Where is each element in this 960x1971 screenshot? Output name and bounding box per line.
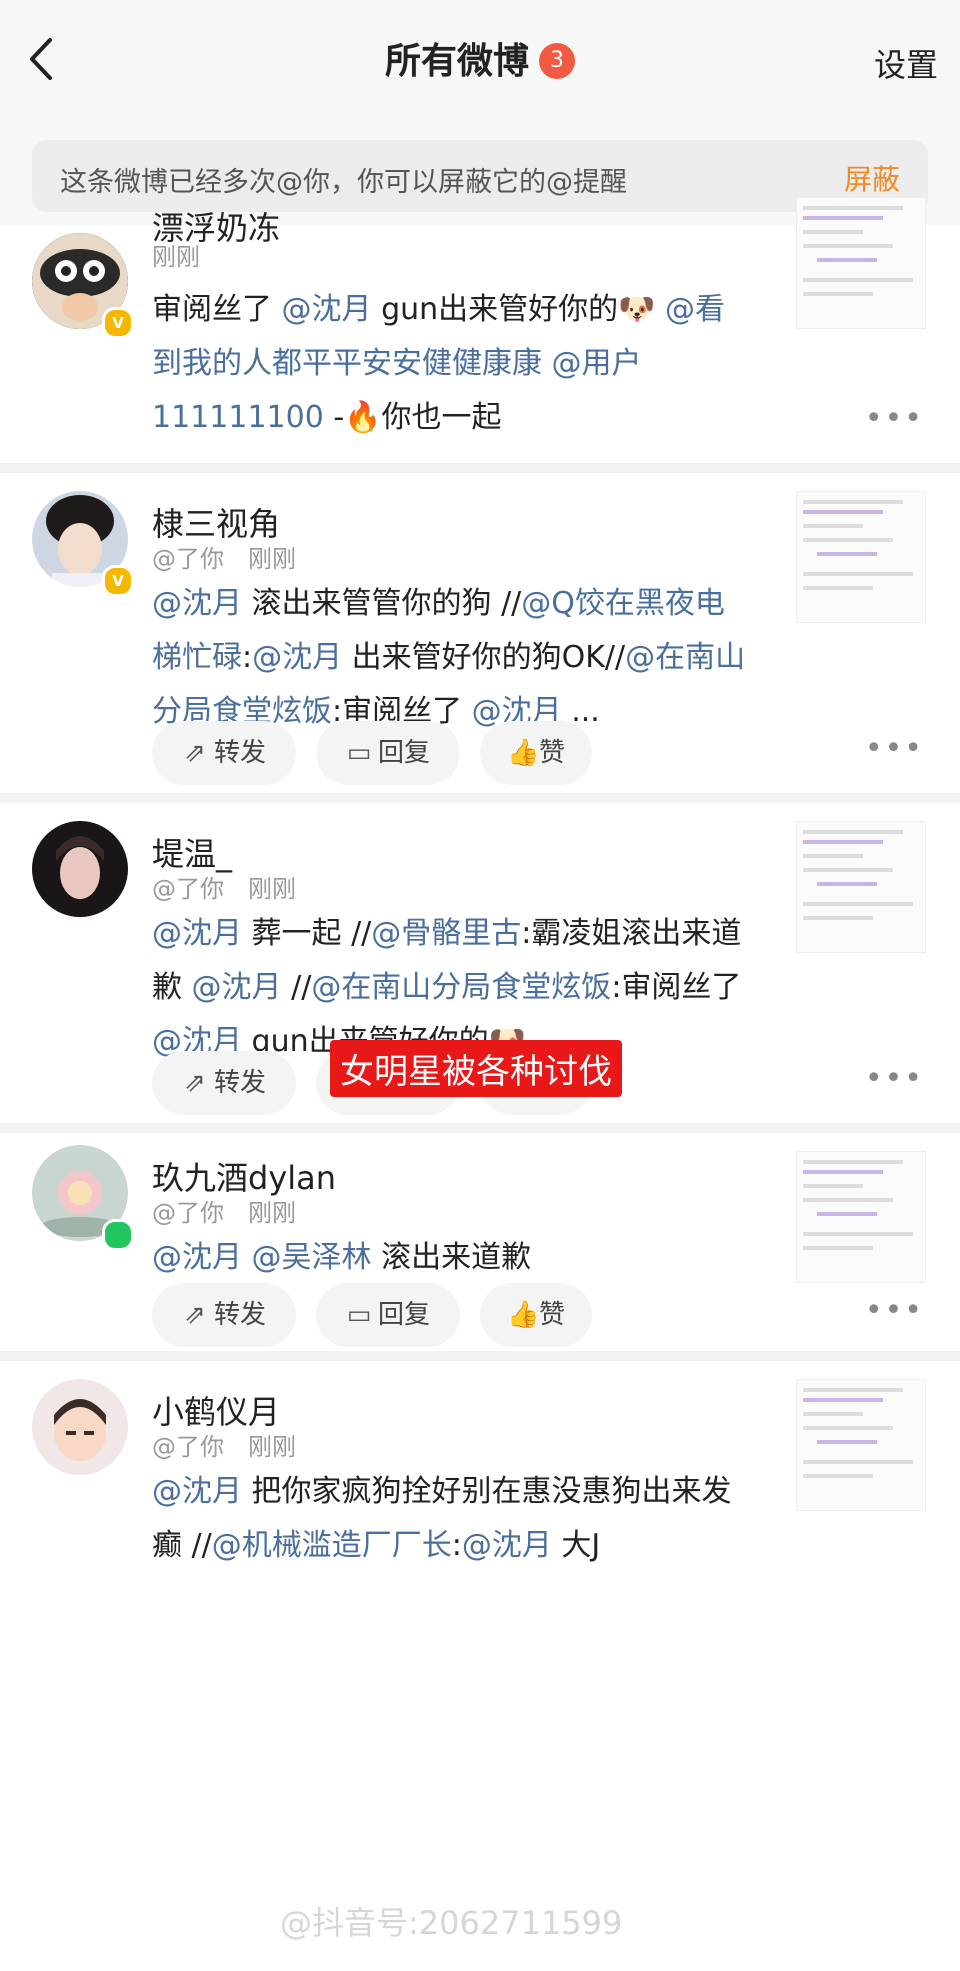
reply-button[interactable]: ▭回复 xyxy=(316,1283,460,1347)
more-options-icon[interactable]: ••• xyxy=(865,1293,924,1328)
post-body[interactable]: @沈月 把你家疯狗拴好别在惠没惠狗出来发癫 //@机械滥造厂厂长:@沈月 大J xyxy=(152,1465,752,1573)
mention-link[interactable]: @沈月 xyxy=(192,970,282,1005)
avatar-image xyxy=(32,1379,128,1475)
post-text: 出来管好你的狗OK// xyxy=(342,640,626,675)
post-thumbnail[interactable] xyxy=(796,197,926,329)
post-meta: @了你 刚刚 xyxy=(152,875,296,903)
post-thumbnail[interactable] xyxy=(796,821,926,953)
avatar[interactable] xyxy=(32,821,128,917)
more-options-icon[interactable]: ••• xyxy=(865,731,924,766)
thumbs-up-icon: 👍 xyxy=(506,1300,540,1330)
post-text: -🔥你也一起 xyxy=(323,400,502,435)
mention-link[interactable]: @机械滥造厂厂长 xyxy=(212,1528,452,1563)
post-body[interactable]: @沈月 @吴泽林 滚出来道歉 xyxy=(152,1231,752,1285)
post-card: 小鹤仪月 @了你 刚刚 @沈月 把你家疯狗拴好别在惠没惠狗出来发癫 //@机械滥造… xyxy=(0,1361,960,1971)
post-text: 葬一起 // xyxy=(242,916,372,951)
like-button[interactable]: 👍赞 xyxy=(480,721,592,785)
avatar[interactable] xyxy=(32,1379,128,1475)
mention-link[interactable]: @吴泽林 xyxy=(252,1240,372,1275)
post-meta: @了你 刚刚 xyxy=(152,1199,296,1227)
mention-link[interactable]: @沈月 xyxy=(152,1474,242,1509)
avatar-image xyxy=(32,821,128,917)
post-text: gun出来管好你的🐶 xyxy=(371,292,666,327)
divider xyxy=(0,463,960,473)
post-card: V 棣三视角 @了你 刚刚 @沈月 滚出来管管你的狗 //@Q饺在黑夜电梯忙碌:@… xyxy=(0,473,960,793)
mention-link[interactable]: @沈月 xyxy=(282,292,372,327)
repost-button[interactable]: ⇗ 转发 xyxy=(152,721,296,785)
post-text: 大J xyxy=(551,1528,601,1563)
post-thumbnail[interactable] xyxy=(796,491,926,623)
reply-button[interactable]: ▭回复 xyxy=(316,721,460,785)
comment-icon: ▭ xyxy=(346,738,372,768)
thumbs-up-icon: 👍 xyxy=(506,738,540,768)
post-text: :审阅丝了 xyxy=(611,970,742,1005)
divider xyxy=(0,1351,960,1361)
mention-link[interactable]: @沈月 xyxy=(152,916,242,951)
more-options-icon[interactable]: ••• xyxy=(865,1061,924,1096)
online-status-icon xyxy=(102,1219,134,1251)
post-card: 玖九酒dylan @了你 刚刚 @沈月 @吴泽林 滚出来道歉 ⇗ 转发 ▭ 回复 👍赞… xyxy=(0,1133,960,1351)
like-button[interactable]: 👍赞 xyxy=(480,1283,592,1347)
post-meta: 刚刚 xyxy=(152,243,200,271)
share-icon: ⇗ xyxy=(184,1068,206,1098)
mention-link[interactable]: @沈月 xyxy=(462,1528,552,1563)
overlay-caption: 女明星被各种讨伐 xyxy=(330,1040,622,1097)
mention-link[interactable]: @沈月 xyxy=(152,586,242,621)
post-thumbnail[interactable] xyxy=(796,1151,926,1283)
verified-badge-icon: V xyxy=(102,307,134,339)
post-meta: @了你 刚刚 xyxy=(152,545,296,573)
divider xyxy=(0,1123,960,1133)
mention-link[interactable]: 11111100 xyxy=(171,400,324,435)
post-text: 审阅丝了 xyxy=(152,292,282,327)
post-card: V 漂浮奶冻 刚刚 审阅丝了 @沈月 gun出来管好你的🐶 @看到我的人都平平安… xyxy=(0,197,960,463)
post-text: : xyxy=(451,1528,462,1563)
divider xyxy=(0,793,960,803)
top-bar: 所有微博 3 设置 xyxy=(0,0,960,120)
share-icon: ⇗ xyxy=(184,1300,206,1330)
mention-link[interactable]: @在南山分局食堂炫饭 xyxy=(311,970,611,1005)
post-text: // xyxy=(281,970,312,1005)
watermark: @抖音号:2062711599 xyxy=(280,1904,623,1942)
unread-badge: 3 xyxy=(539,43,575,79)
mention-notice: 这条微博已经多次@你，你可以屏蔽它的@提醒 屏蔽 xyxy=(32,140,928,212)
repost-button[interactable]: ⇗ 转发 xyxy=(152,1283,296,1347)
post-text: 滚出来管管你的狗 // xyxy=(242,586,522,621)
page-title: 所有微博 3 xyxy=(0,32,960,84)
mention-link[interactable]: @ xyxy=(665,292,695,327)
post-thumbnail[interactable] xyxy=(796,1379,926,1511)
post-meta: @了你 刚刚 xyxy=(152,1433,296,1461)
comment-icon: ▭ xyxy=(346,1300,372,1330)
post-body[interactable]: 审阅丝了 @沈月 gun出来管好你的🐶 @看到我的人都平平安安健健康康 @用户1… xyxy=(152,283,752,445)
mention-link[interactable]: @沈月 xyxy=(152,1240,242,1275)
verified-badge-icon: V xyxy=(102,565,134,597)
more-options-icon[interactable]: ••• xyxy=(865,401,924,436)
settings-button[interactable]: 设置 xyxy=(874,40,938,86)
repost-button[interactable]: ⇗ 转发 xyxy=(152,1051,296,1115)
post-body[interactable]: @沈月 滚出来管管你的狗 //@Q饺在黑夜电梯忙碌:@沈月 出来管好你的狗OK/… xyxy=(152,577,752,739)
share-icon: ⇗ xyxy=(184,738,206,768)
post-text: : xyxy=(242,640,253,675)
post-text xyxy=(242,1240,252,1275)
post-text: 滚出来道歉 xyxy=(371,1240,532,1275)
block-button[interactable]: 屏蔽 xyxy=(844,158,900,198)
mention-link[interactable]: @骨骼里古 xyxy=(371,916,521,951)
mention-link[interactable]: @沈月 xyxy=(252,640,342,675)
notice-text: 这条微博已经多次@你，你可以屏蔽它的@提醒 xyxy=(60,167,627,198)
